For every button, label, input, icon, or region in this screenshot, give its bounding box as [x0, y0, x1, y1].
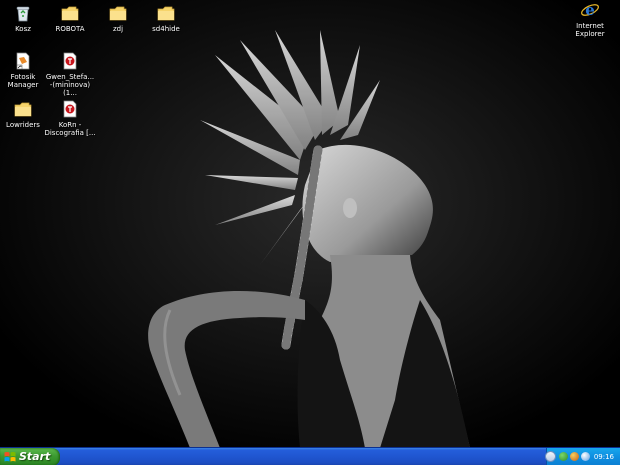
desktop-icon-internet-explorer[interactable]: e Internet Explorer — [564, 0, 616, 38]
tray-icon-1[interactable] — [559, 452, 568, 461]
desktop-icon-label: sd4hide — [152, 25, 180, 33]
torrent-file-icon — [63, 100, 77, 118]
folder-icon — [61, 6, 79, 21]
desktop-icon-zdj[interactable]: zdj — [92, 3, 144, 33]
desktop-icon-gwen-stefani-torrent[interactable]: Gwen_Stefa... -(mininova)(1... — [44, 51, 96, 97]
desktop-icon-label: ROBOTA — [55, 25, 85, 33]
desktop-icon-lowriders[interactable]: Lowriders — [0, 99, 49, 129]
recycle-bin-icon — [16, 6, 30, 22]
folder-icon — [14, 102, 32, 117]
desktop-icon-recycle-bin[interactable]: Kosz — [0, 3, 49, 33]
torrent-file-icon — [63, 52, 77, 70]
desktop-icon-sd4hide[interactable]: sd4hide — [140, 3, 192, 33]
desktop-icon-fotosik-manager[interactable]: Fotosik Manager — [0, 51, 49, 89]
desktop-icon-label: Gwen_Stefa... -(mininova)(1... — [45, 73, 95, 97]
folder-icon — [109, 6, 127, 21]
desktop[interactable]: Kosz ROBOTA zdj sd4hide Fotosik Manager — [0, 0, 620, 465]
desktop-icon-label: zdj — [112, 25, 124, 33]
start-label: Start — [19, 450, 51, 463]
tray-icon-3[interactable] — [581, 452, 590, 461]
start-button[interactable]: Start — [0, 448, 60, 465]
desktop-icon-label: Kosz — [15, 25, 31, 33]
notification-area: 09:16 — [545, 448, 620, 465]
fotosik-app-icon — [16, 52, 30, 70]
desktop-icon-robota[interactable]: ROBOTA — [44, 3, 96, 33]
taskbar: Start 09:16 — [0, 447, 620, 465]
folder-icon — [157, 6, 175, 21]
desktop-icon-label: Fotosik Manager — [7, 73, 39, 89]
taskbar-clock[interactable]: 09:16 — [594, 448, 614, 465]
desktop-icon-label: Lowriders — [6, 121, 40, 129]
windows-logo-icon — [4, 452, 16, 462]
svg-text:e: e — [585, 1, 595, 19]
desktop-icon-label: Internet Explorer — [575, 22, 605, 38]
show-hidden-icons-button[interactable] — [545, 451, 556, 462]
desktop-icon-korn-torrent[interactable]: KoRn - Discografia [... — [44, 99, 96, 137]
internet-explorer-icon: e — [581, 1, 599, 19]
desktop-icon-label: KoRn - Discografia [... — [44, 121, 96, 137]
tray-icon-2[interactable] — [570, 452, 579, 461]
